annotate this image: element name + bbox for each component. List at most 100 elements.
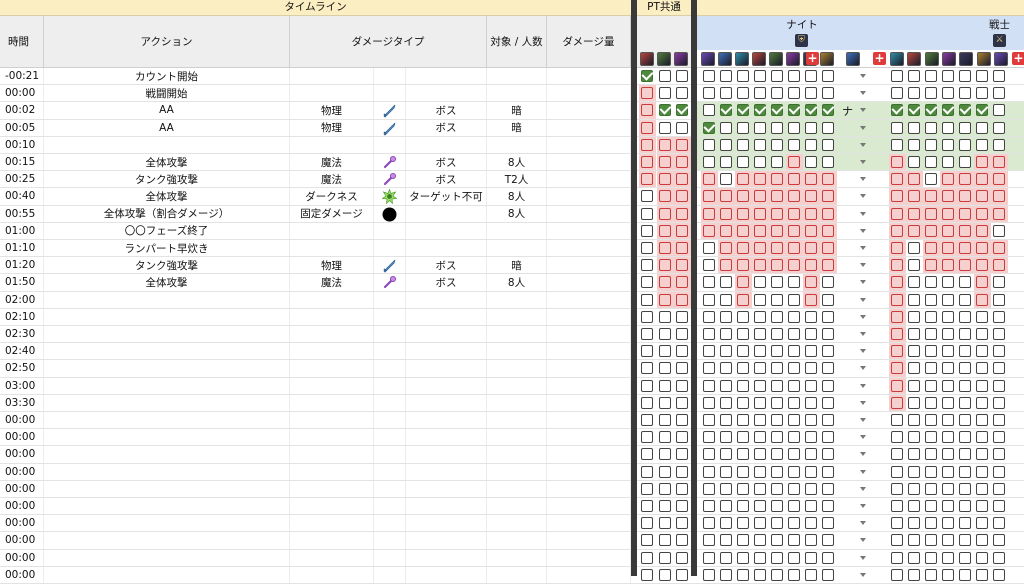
knight-checkbox[interactable] — [720, 517, 732, 530]
knight-checkbox[interactable] — [822, 242, 834, 254]
pt-checkbox[interactable] — [676, 138, 688, 151]
time-cell[interactable]: 00:00 — [0, 515, 44, 532]
knight-checkbox[interactable] — [788, 310, 800, 323]
warrior-checkbox[interactable] — [925, 310, 937, 323]
knight-checkbox[interactable] — [788, 362, 800, 375]
warrior-checkbox[interactable] — [976, 276, 988, 289]
knight-checkbox[interactable] — [771, 104, 783, 117]
time-cell[interactable]: 02:50 — [0, 360, 44, 377]
pt-checkbox[interactable] — [676, 431, 688, 444]
knight-checkbox[interactable] — [805, 517, 817, 530]
warrior-checkbox[interactable] — [993, 379, 1005, 392]
knight-checkbox[interactable] — [771, 448, 783, 461]
knight-checkbox[interactable] — [737, 138, 749, 151]
action-cell[interactable] — [44, 326, 290, 343]
mitigation-dropdown[interactable] — [838, 137, 870, 153]
knight-checkbox[interactable] — [737, 121, 749, 134]
warrior-checkbox[interactable] — [959, 328, 971, 340]
action-cell[interactable] — [44, 480, 290, 497]
knight-checkbox[interactable] — [822, 482, 834, 495]
warrior-checkbox[interactable] — [908, 362, 920, 375]
action-cell[interactable]: 全体攻撃 — [44, 274, 290, 291]
mitigation-dropdown[interactable] — [838, 154, 870, 170]
pt-checkbox[interactable] — [641, 362, 653, 375]
knight-checkbox[interactable] — [788, 431, 800, 444]
warrior-checkbox[interactable] — [993, 482, 1005, 495]
pt-checkbox[interactable] — [641, 568, 653, 581]
knight-checkbox[interactable] — [703, 534, 715, 547]
target-cell[interactable] — [406, 515, 487, 532]
count-cell[interactable] — [487, 446, 547, 463]
pt-checkbox[interactable] — [659, 121, 671, 134]
warrior-checkbox[interactable] — [942, 379, 954, 392]
pt-checkbox[interactable] — [676, 534, 688, 547]
knight-checkbox[interactable] — [805, 345, 817, 358]
warrior-checkbox[interactable] — [993, 517, 1005, 530]
warrior-checkbox[interactable] — [976, 534, 988, 547]
warrior-checkbox[interactable] — [993, 345, 1005, 358]
knight-checkbox[interactable] — [754, 345, 766, 358]
warrior-checkbox[interactable] — [925, 328, 937, 340]
mitigation-dropdown[interactable] — [838, 464, 870, 480]
pt-checkbox[interactable] — [659, 156, 671, 168]
warrior-checkbox[interactable] — [925, 345, 937, 358]
warrior-checkbox[interactable] — [942, 465, 954, 478]
warrior-checkbox[interactable] — [925, 396, 937, 409]
damage-type-cell[interactable] — [290, 463, 374, 480]
pt-checkbox[interactable] — [659, 276, 671, 289]
time-cell[interactable]: 00:00 — [0, 532, 44, 549]
pt-checkbox[interactable] — [659, 396, 671, 409]
action-cell[interactable] — [44, 549, 290, 566]
count-cell[interactable]: 8人 — [487, 154, 547, 171]
knight-checkbox[interactable] — [737, 568, 749, 581]
warrior-checkbox[interactable] — [959, 551, 971, 564]
mitigation-dropdown[interactable] — [838, 68, 870, 84]
warrior-checkbox[interactable] — [891, 465, 903, 478]
time-cell[interactable]: 03:30 — [0, 394, 44, 411]
knight-checkbox[interactable] — [720, 224, 732, 237]
knight-checkbox[interactable] — [720, 70, 732, 82]
mitigation-dropdown[interactable] — [838, 360, 870, 376]
warrior-checkbox[interactable] — [891, 362, 903, 375]
knight-checkbox[interactable] — [720, 362, 732, 375]
knight-checkbox[interactable] — [771, 207, 783, 220]
knight-checkbox[interactable] — [754, 465, 766, 478]
damage-type-cell[interactable]: 物理 — [290, 257, 374, 274]
warrior-checkbox[interactable] — [976, 396, 988, 409]
knight-checkbox[interactable] — [703, 310, 715, 323]
knight-checkbox[interactable] — [720, 396, 732, 409]
time-cell[interactable]: 02:00 — [0, 291, 44, 308]
warrior-checkbox[interactable] — [925, 517, 937, 530]
pt-checkbox[interactable] — [641, 482, 653, 495]
warrior-checkbox[interactable] — [993, 414, 1005, 426]
count-cell[interactable] — [487, 377, 547, 394]
action-cell[interactable]: AA — [44, 102, 290, 119]
warrior-checkbox[interactable] — [959, 70, 971, 82]
knight-checkbox[interactable] — [737, 362, 749, 375]
damage-cell[interactable] — [547, 154, 631, 171]
warrior-checkbox[interactable] — [942, 87, 954, 100]
knight-checkbox[interactable] — [771, 517, 783, 530]
warrior-checkbox[interactable] — [976, 173, 988, 186]
warrior-checkbox[interactable] — [959, 104, 971, 117]
knight-checkbox[interactable] — [805, 156, 817, 168]
knight-checkbox[interactable] — [703, 431, 715, 444]
knight-checkbox[interactable] — [754, 104, 766, 117]
damage-cell[interactable] — [547, 412, 631, 429]
knight-checkbox[interactable] — [788, 138, 800, 151]
knight-checkbox[interactable] — [703, 173, 715, 186]
warrior-checkbox[interactable] — [976, 345, 988, 358]
warrior-checkbox[interactable] — [976, 465, 988, 478]
time-cell[interactable]: 00:00 — [0, 480, 44, 497]
action-cell[interactable] — [44, 446, 290, 463]
knight-checkbox[interactable] — [720, 293, 732, 306]
damage-cell[interactable] — [547, 222, 631, 239]
pt-checkbox[interactable] — [641, 345, 653, 358]
knight-checkbox[interactable] — [771, 414, 783, 426]
pt-checkbox[interactable] — [676, 448, 688, 461]
knight-checkbox[interactable] — [788, 448, 800, 461]
warrior-checkbox[interactable] — [908, 379, 920, 392]
warrior-checkbox[interactable] — [891, 276, 903, 289]
warrior-checkbox[interactable] — [942, 414, 954, 426]
mitigation-dropdown[interactable] — [838, 120, 870, 136]
